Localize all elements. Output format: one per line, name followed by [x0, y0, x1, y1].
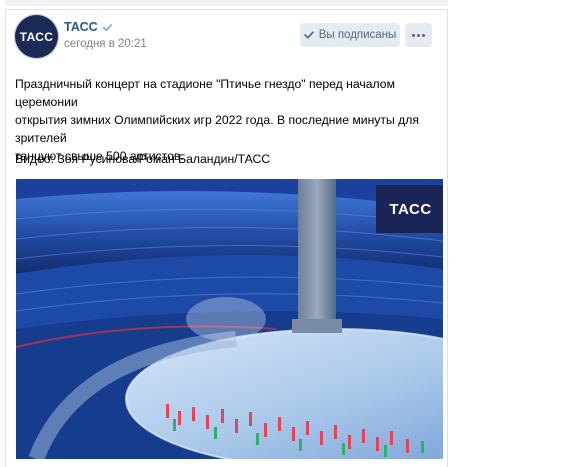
verified-check-icon	[102, 23, 112, 31]
more-button[interactable]	[405, 23, 432, 47]
video-logo-text: ТАСС	[389, 200, 432, 218]
subscribed-button[interactable]: Вы подписаны	[300, 23, 400, 47]
author-name-row[interactable]: ТАСС	[64, 20, 113, 34]
author-avatar[interactable]: ТАСС	[14, 14, 59, 59]
more-dot	[417, 33, 420, 37]
subscribed-label: Вы подписаны	[318, 29, 397, 41]
more-dot	[422, 33, 425, 37]
video-player[interactable]: ТАСС	[16, 179, 443, 459]
video-tass-logo: ТАСС	[376, 185, 443, 233]
checkmark-icon	[303, 31, 314, 39]
avatar-logo-text: ТАСС	[19, 29, 54, 44]
post-text-line: Праздничный концерт на стадионе "Птичье …	[15, 77, 395, 109]
video-credit: Видео: Зоя Русинова/Роман Баландин/ТАСС	[15, 152, 271, 166]
post-text-line: открытия зимних Олимпийских игр 2022 год…	[15, 113, 419, 145]
feed-top-edge	[5, 0, 448, 6]
more-dots-icon	[412, 33, 415, 37]
post-time[interactable]: сегодня в 20:21	[64, 38, 147, 50]
author-name[interactable]: ТАСС	[64, 20, 98, 34]
